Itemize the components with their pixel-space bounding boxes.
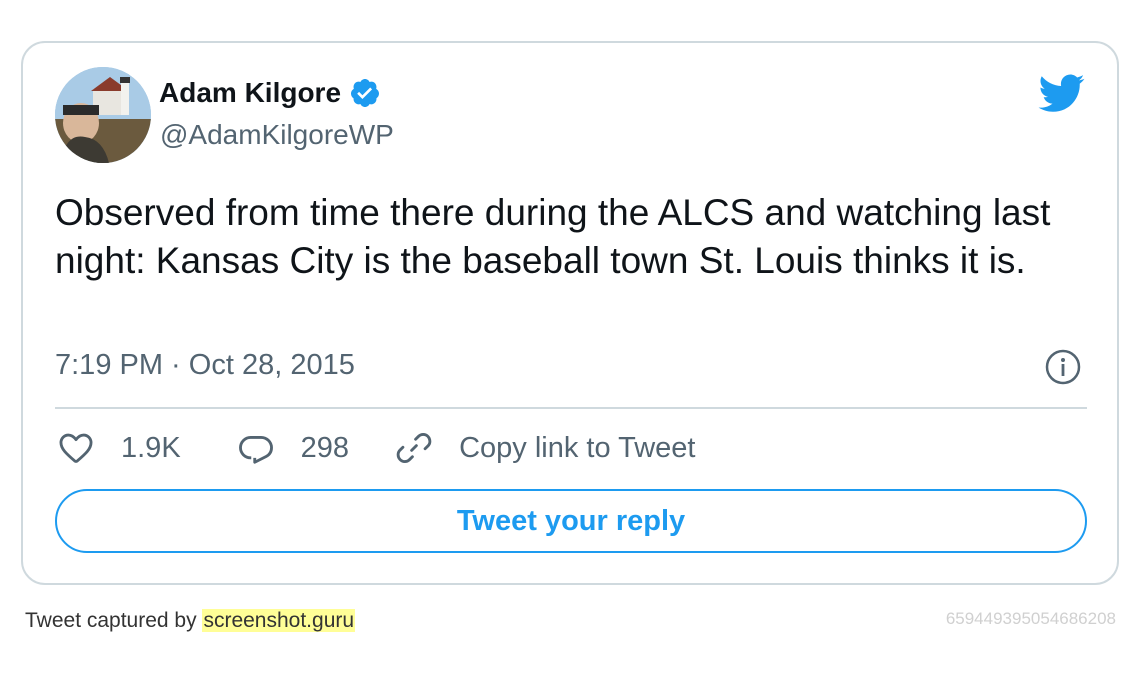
author-name[interactable]: Adam Kilgore	[159, 77, 341, 109]
reply-button[interactable]: 298	[237, 429, 349, 467]
reply-count: 298	[300, 431, 350, 464]
tweet-id: 659449395054686208	[945, 609, 1116, 628]
tweet-timestamp[interactable]: 7:19 PM · Oct 28, 2015	[55, 349, 355, 382]
avatar[interactable]	[55, 67, 151, 163]
like-count: 1.9K	[121, 431, 181, 464]
heart-icon	[59, 433, 93, 463]
capture-site-link[interactable]: screenshot.guru	[202, 609, 356, 632]
copy-link-button[interactable]: Copy link to Tweet	[395, 429, 695, 467]
verified-badge-icon	[351, 79, 380, 107]
action-bar: 1.9K 298 Copy link to Tweet	[57, 429, 695, 467]
info-icon[interactable]	[1044, 348, 1082, 386]
tweet-text: Observed from time there during the ALCS…	[55, 192, 1051, 281]
capture-credit-prefix: Tweet captured by	[25, 609, 197, 632]
tweet-card: Adam Kilgore @AdamKilgoreWP Observed fro…	[21, 41, 1119, 585]
capture-credit: Tweet captured by screenshot.guru	[25, 609, 356, 633]
tweet-your-reply-button[interactable]: Tweet your reply	[55, 489, 1087, 553]
divider	[55, 407, 1087, 409]
link-icon	[396, 433, 432, 463]
author-name-row: Adam Kilgore	[159, 77, 381, 109]
reply-bubble-icon	[238, 435, 273, 464]
author-handle[interactable]: @AdamKilgoreWP	[160, 119, 394, 151]
copy-link-label: Copy link to Tweet	[459, 431, 696, 464]
twitter-bird-icon[interactable]	[1037, 73, 1085, 113]
like-button[interactable]: 1.9K	[57, 429, 181, 467]
